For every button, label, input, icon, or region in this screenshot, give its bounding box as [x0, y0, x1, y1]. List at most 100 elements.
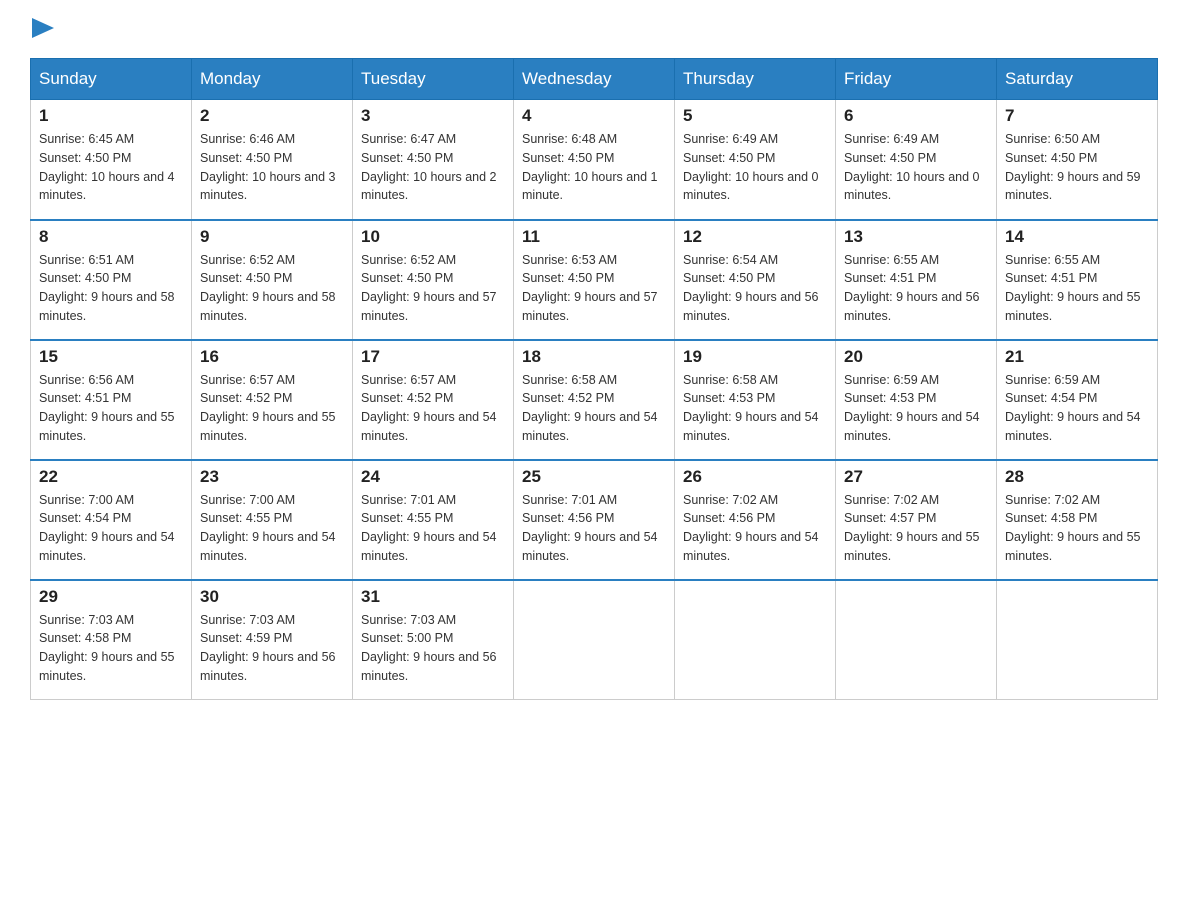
- day-info: Sunrise: 6:54 AMSunset: 4:50 PMDaylight:…: [683, 251, 827, 326]
- day-number: 9: [200, 227, 344, 247]
- day-info: Sunrise: 6:55 AMSunset: 4:51 PMDaylight:…: [1005, 251, 1149, 326]
- day-number: 14: [1005, 227, 1149, 247]
- table-row: 13Sunrise: 6:55 AMSunset: 4:51 PMDayligh…: [836, 220, 997, 340]
- calendar-week-row: 15Sunrise: 6:56 AMSunset: 4:51 PMDayligh…: [31, 340, 1158, 460]
- col-tuesday: Tuesday: [353, 59, 514, 100]
- calendar-week-row: 1 Sunrise: 6:45 AMSunset: 4:50 PMDaylight…: [31, 100, 1158, 220]
- day-number: 7: [1005, 106, 1149, 126]
- logo: [30, 20, 54, 38]
- logo-arrow-icon: [32, 18, 54, 38]
- day-info: Sunrise: 6:49 AMSunset: 4:50 PMDaylight:…: [683, 130, 827, 205]
- day-info: Sunrise: 6:58 AMSunset: 4:53 PMDaylight:…: [683, 371, 827, 446]
- day-info: Sunrise: 6:52 AMSunset: 4:50 PMDaylight:…: [200, 251, 344, 326]
- day-number: 12: [683, 227, 827, 247]
- day-number: 15: [39, 347, 183, 367]
- table-row: 4 Sunrise: 6:48 AMSunset: 4:50 PMDaylight…: [514, 100, 675, 220]
- table-row: 17 Sunrise: 6:57 AMSunset: 4:52 PMDayligh…: [353, 340, 514, 460]
- table-row: 1 Sunrise: 6:45 AMSunset: 4:50 PMDaylight…: [31, 100, 192, 220]
- table-row: [997, 580, 1158, 700]
- day-number: 19: [683, 347, 827, 367]
- table-row: 3Sunrise: 6:47 AMSunset: 4:50 PMDaylight…: [353, 100, 514, 220]
- table-row: 30 Sunrise: 7:03 AMSunset: 4:59 PMDayligh…: [192, 580, 353, 700]
- day-info: Sunrise: 6:59 AMSunset: 4:53 PMDaylight:…: [844, 371, 988, 446]
- day-number: 29: [39, 587, 183, 607]
- col-saturday: Saturday: [997, 59, 1158, 100]
- day-number: 10: [361, 227, 505, 247]
- day-info: Sunrise: 6:52 AMSunset: 4:50 PMDaylight:…: [361, 251, 505, 326]
- table-row: 8 Sunrise: 6:51 AMSunset: 4:50 PMDaylight…: [31, 220, 192, 340]
- table-row: 26Sunrise: 7:02 AMSunset: 4:56 PMDayligh…: [675, 460, 836, 580]
- day-info: Sunrise: 6:59 AMSunset: 4:54 PMDaylight:…: [1005, 371, 1149, 446]
- table-row: 9 Sunrise: 6:52 AMSunset: 4:50 PMDaylight…: [192, 220, 353, 340]
- table-row: 15Sunrise: 6:56 AMSunset: 4:51 PMDayligh…: [31, 340, 192, 460]
- day-info: Sunrise: 6:57 AMSunset: 4:52 PMDaylight:…: [361, 371, 505, 446]
- day-number: 8: [39, 227, 183, 247]
- day-info: Sunrise: 6:53 AMSunset: 4:50 PMDaylight:…: [522, 251, 666, 326]
- day-number: 6: [844, 106, 988, 126]
- day-number: 23: [200, 467, 344, 487]
- day-info: Sunrise: 7:00 AMSunset: 4:55 PMDaylight:…: [200, 491, 344, 566]
- table-row: 5Sunrise: 6:49 AMSunset: 4:50 PMDaylight…: [675, 100, 836, 220]
- day-number: 20: [844, 347, 988, 367]
- col-friday: Friday: [836, 59, 997, 100]
- table-row: 22 Sunrise: 7:00 AMSunset: 4:54 PMDayligh…: [31, 460, 192, 580]
- day-number: 30: [200, 587, 344, 607]
- day-info: Sunrise: 7:02 AMSunset: 4:58 PMDaylight:…: [1005, 491, 1149, 566]
- day-number: 31: [361, 587, 505, 607]
- day-number: 18: [522, 347, 666, 367]
- day-number: 1: [39, 106, 183, 126]
- day-info: Sunrise: 6:51 AMSunset: 4:50 PMDaylight:…: [39, 251, 183, 326]
- day-number: 2: [200, 106, 344, 126]
- day-number: 28: [1005, 467, 1149, 487]
- table-row: [514, 580, 675, 700]
- table-row: [836, 580, 997, 700]
- table-row: 18 Sunrise: 6:58 AMSunset: 4:52 PMDayligh…: [514, 340, 675, 460]
- day-number: 13: [844, 227, 988, 247]
- col-sunday: Sunday: [31, 59, 192, 100]
- day-number: 24: [361, 467, 505, 487]
- day-number: 27: [844, 467, 988, 487]
- day-info: Sunrise: 6:49 AMSunset: 4:50 PMDaylight:…: [844, 130, 988, 205]
- table-row: 20 Sunrise: 6:59 AMSunset: 4:53 PMDayligh…: [836, 340, 997, 460]
- day-info: Sunrise: 7:03 AMSunset: 4:59 PMDaylight:…: [200, 611, 344, 686]
- table-row: 21 Sunrise: 6:59 AMSunset: 4:54 PMDayligh…: [997, 340, 1158, 460]
- table-row: 27 Sunrise: 7:02 AMSunset: 4:57 PMDayligh…: [836, 460, 997, 580]
- table-row: 12 Sunrise: 6:54 AMSunset: 4:50 PMDayligh…: [675, 220, 836, 340]
- table-row: 14 Sunrise: 6:55 AMSunset: 4:51 PMDayligh…: [997, 220, 1158, 340]
- day-info: Sunrise: 6:58 AMSunset: 4:52 PMDaylight:…: [522, 371, 666, 446]
- table-row: 11 Sunrise: 6:53 AMSunset: 4:50 PMDayligh…: [514, 220, 675, 340]
- day-info: Sunrise: 7:01 AMSunset: 4:56 PMDaylight:…: [522, 491, 666, 566]
- page-header: [30, 20, 1158, 38]
- day-info: Sunrise: 7:02 AMSunset: 4:57 PMDaylight:…: [844, 491, 988, 566]
- day-info: Sunrise: 7:00 AMSunset: 4:54 PMDaylight:…: [39, 491, 183, 566]
- day-info: Sunrise: 6:57 AMSunset: 4:52 PMDaylight:…: [200, 371, 344, 446]
- day-info: Sunrise: 6:45 AMSunset: 4:50 PMDaylight:…: [39, 130, 183, 205]
- calendar-week-row: 29 Sunrise: 7:03 AMSunset: 4:58 PMDayligh…: [31, 580, 1158, 700]
- table-row: 28 Sunrise: 7:02 AMSunset: 4:58 PMDayligh…: [997, 460, 1158, 580]
- table-row: 7 Sunrise: 6:50 AMSunset: 4:50 PMDaylight…: [997, 100, 1158, 220]
- day-number: 21: [1005, 347, 1149, 367]
- col-wednesday: Wednesday: [514, 59, 675, 100]
- calendar-week-row: 8 Sunrise: 6:51 AMSunset: 4:50 PMDaylight…: [31, 220, 1158, 340]
- day-info: Sunrise: 6:46 AMSunset: 4:50 PMDaylight:…: [200, 130, 344, 205]
- table-row: 16 Sunrise: 6:57 AMSunset: 4:52 PMDayligh…: [192, 340, 353, 460]
- table-row: 29 Sunrise: 7:03 AMSunset: 4:58 PMDayligh…: [31, 580, 192, 700]
- day-info: Sunrise: 7:01 AMSunset: 4:55 PMDaylight:…: [361, 491, 505, 566]
- table-row: 19 Sunrise: 6:58 AMSunset: 4:53 PMDayligh…: [675, 340, 836, 460]
- col-monday: Monday: [192, 59, 353, 100]
- day-number: 11: [522, 227, 666, 247]
- calendar-week-row: 22 Sunrise: 7:00 AMSunset: 4:54 PMDayligh…: [31, 460, 1158, 580]
- day-number: 26: [683, 467, 827, 487]
- day-number: 4: [522, 106, 666, 126]
- table-row: 24 Sunrise: 7:01 AMSunset: 4:55 PMDayligh…: [353, 460, 514, 580]
- day-number: 22: [39, 467, 183, 487]
- day-info: Sunrise: 6:48 AMSunset: 4:50 PMDaylight:…: [522, 130, 666, 205]
- day-number: 17: [361, 347, 505, 367]
- day-info: Sunrise: 6:47 AMSunset: 4:50 PMDaylight:…: [361, 130, 505, 205]
- calendar-table: Sunday Monday Tuesday Wednesday Thursday…: [30, 58, 1158, 700]
- table-row: [675, 580, 836, 700]
- day-number: 16: [200, 347, 344, 367]
- day-info: Sunrise: 7:03 AMSunset: 4:58 PMDaylight:…: [39, 611, 183, 686]
- table-row: 31Sunrise: 7:03 AMSunset: 5:00 PMDayligh…: [353, 580, 514, 700]
- day-info: Sunrise: 6:50 AMSunset: 4:50 PMDaylight:…: [1005, 130, 1149, 205]
